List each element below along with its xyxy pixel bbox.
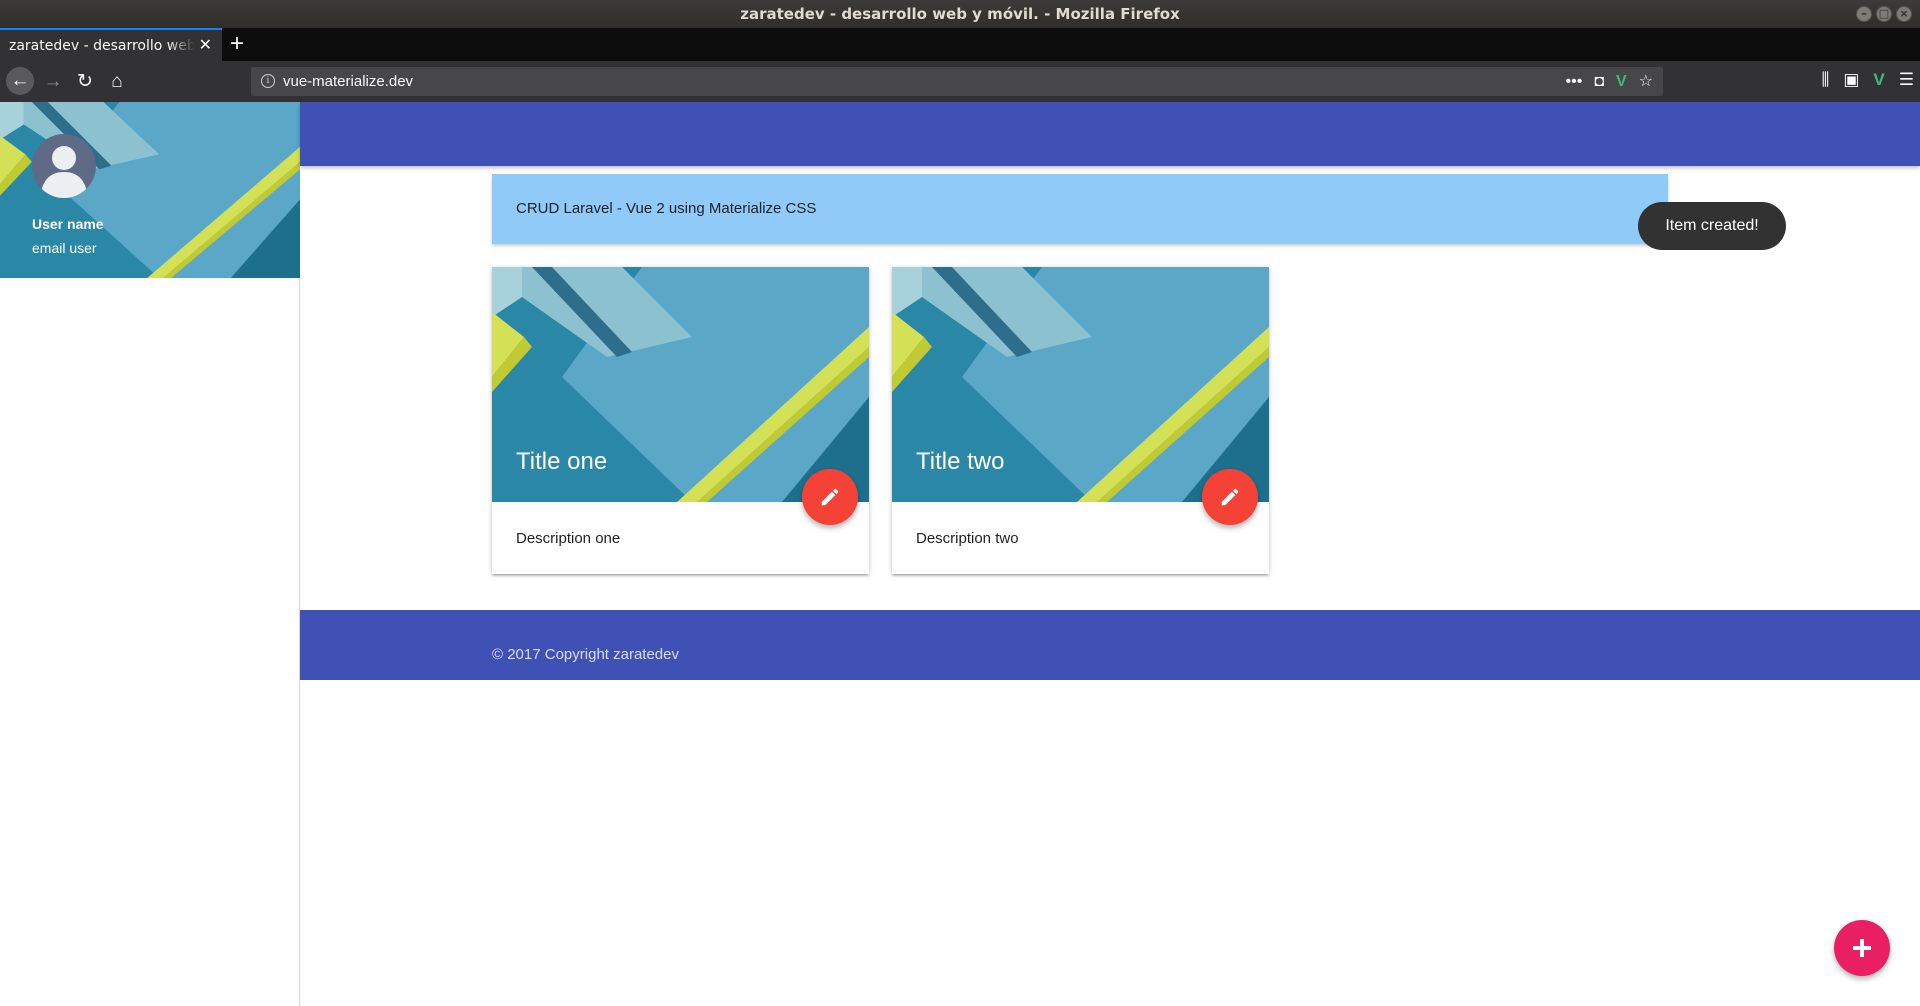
url-bar[interactable]: i vue-materialize.dev ••• ◘ V ☆ (251, 67, 1663, 96)
url-text[interactable]: vue-materialize.dev (283, 73, 413, 90)
user-view: User name email user (0, 102, 300, 278)
avatar[interactable] (32, 134, 96, 198)
top-app-bar (300, 102, 1920, 166)
card-image: Title one (492, 267, 869, 502)
back-icon[interactable]: ← (6, 67, 34, 95)
forward-icon[interactable]: → (41, 70, 65, 94)
info-icon[interactable]: i (261, 74, 275, 88)
user-silhouette-icon (40, 146, 88, 198)
add-button[interactable] (1834, 920, 1890, 976)
pencil-icon (821, 488, 839, 506)
browser-tab[interactable]: zaratedev - desarrollo web y móvil. ✕ (0, 28, 222, 61)
card-title: Title one (516, 448, 608, 475)
tab-close-icon[interactable]: ✕ (199, 35, 212, 54)
plus-icon (1853, 939, 1871, 957)
navigation-toolbar: ← → ↻ ⌂ i vue-materialize.dev ••• ◘ V ☆ … (0, 61, 1920, 102)
toast-notification[interactable]: Item created! (1638, 202, 1786, 250)
reload-icon[interactable]: ↻ (73, 70, 97, 94)
edit-button[interactable] (802, 469, 858, 525)
card: Title two Description two (892, 267, 1269, 574)
library-icon[interactable]: ⫼ (1822, 70, 1830, 90)
card-image: Title two (892, 267, 1269, 502)
window-titlebar: zaratedev - desarrollo web y móvil. - Mo… (0, 0, 1920, 28)
vue-devtools-icon[interactable]: V (1873, 70, 1884, 90)
more-icon[interactable]: ••• (1566, 67, 1583, 96)
vue-devtools-icon[interactable]: V (1616, 67, 1627, 96)
header-banner: CRUD Laravel - Vue 2 using Materialize C… (492, 174, 1668, 244)
sidenav: User name email user (0, 102, 300, 1006)
user-email[interactable]: email user (32, 240, 97, 256)
menu-icon[interactable]: ☰ (1899, 70, 1914, 90)
close-window-icon[interactable]: × (1896, 6, 1912, 22)
sidebar-icon[interactable]: ▣ (1843, 70, 1859, 90)
home-icon[interactable]: ⌂ (105, 70, 129, 94)
bookmark-star-icon[interactable]: ☆ (1639, 67, 1653, 96)
card-title: Title two (916, 448, 1005, 475)
minimize-icon[interactable]: – (1856, 6, 1872, 22)
tab-title: zaratedev - desarrollo web y móvil. (9, 37, 195, 54)
tab-strip: zaratedev - desarrollo web y móvil. ✕ + (0, 28, 1920, 61)
user-name[interactable]: User name (32, 216, 104, 232)
page-viewport: User name email user CRUD Laravel - Vue … (0, 102, 1920, 1006)
edit-button[interactable] (1202, 469, 1258, 525)
card-description: Description two (916, 530, 1019, 547)
window-controls: – □ × (1856, 6, 1912, 22)
copyright-text: © 2017 Copyright zaratedev (492, 646, 679, 663)
window-title: zaratedev - desarrollo web y móvil. - Mo… (740, 5, 1180, 23)
page-footer: © 2017 Copyright zaratedev (300, 610, 1920, 680)
card-description: Description one (516, 530, 621, 547)
maximize-icon[interactable]: □ (1876, 6, 1892, 22)
card: Title one Description one (492, 267, 869, 574)
pocket-icon[interactable]: ◘ (1594, 67, 1604, 96)
new-tab-icon[interactable]: + (230, 30, 244, 58)
pencil-icon (1221, 488, 1239, 506)
toolbar-right: ⫼ ▣ V ☰ (1822, 70, 1914, 90)
url-actions: ••• ◘ V ☆ (1566, 67, 1654, 96)
